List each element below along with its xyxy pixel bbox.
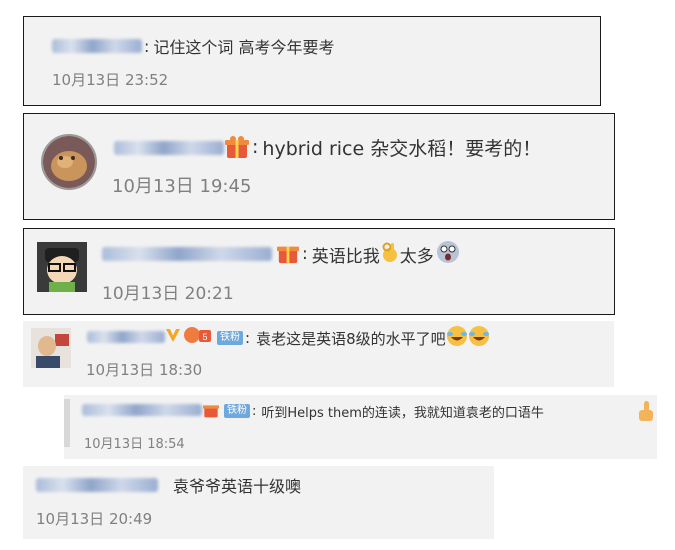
comment-card: : hybrid rice 杂交水稻！要考的！ 10月13日 19:45 [23, 113, 615, 220]
comment-line: : hybrid rice 杂交水稻！要考的！ [252, 132, 541, 162]
username-blurred[interactable] [82, 404, 202, 416]
comment-line: 铁粉 : 袁老这是英语8级的水平了吧 [215, 325, 490, 351]
username-blurred[interactable] [114, 141, 224, 155]
comment-text: 听到Helps them的连读，我就知道袁老的口语牛 [261, 405, 544, 421]
comment-card: : 英语比我 太多 10月13日 20:21 [23, 228, 615, 315]
gift-icon [276, 242, 300, 268]
comment-colon: : [252, 403, 257, 419]
comment-text: 袁爷爷英语十级噢 [173, 477, 302, 496]
laugh-cry-emoji-icon [468, 325, 490, 351]
username-blurred[interactable] [87, 331, 165, 343]
ok-hand-emoji-icon [380, 241, 400, 268]
avatar[interactable] [41, 134, 97, 190]
comment-card: : 记住这个词 高考今年要考 10月13日 23:52 [23, 16, 601, 106]
username-blurred[interactable] [52, 39, 142, 53]
vip-badge-icon: 5 [183, 326, 213, 348]
comment-time: 10月13日 20:49 [36, 510, 153, 528]
comment-text: 记住这个词 高考今年要考 [153, 38, 335, 57]
username-blurred[interactable] [36, 478, 158, 492]
username-blurred[interactable] [102, 247, 272, 261]
comment-text: hybrid rice 杂交水稻！要考的！ [262, 137, 542, 160]
comment-colon: : [302, 244, 308, 264]
thumbs-up-icon[interactable] [637, 399, 655, 427]
comment-time: 10月13日 23:52 [52, 71, 169, 89]
avatar[interactable] [37, 242, 87, 292]
comment-line: : 英语比我 太多 [302, 240, 460, 269]
comment-text: 太多 [399, 246, 434, 267]
svg-text:5: 5 [202, 332, 207, 342]
shocked-emoji-icon [436, 240, 460, 269]
comment-colon: : [144, 36, 150, 56]
gift-icon [202, 402, 220, 422]
avatar[interactable] [31, 328, 71, 368]
comment-colon: : [245, 329, 251, 347]
comment-time: 10月13日 19:45 [112, 176, 252, 197]
verified-v-icon [164, 326, 182, 348]
comment-line: : 记住这个词 高考今年要考 [144, 34, 334, 58]
fan-badge: 铁粉 [217, 331, 243, 345]
laugh-cry-emoji-icon [446, 325, 468, 351]
fan-badge: 铁粉 [224, 404, 250, 418]
comment-card: 5 铁粉 : 袁老这是英语8级的水平了吧 10月13日 18:30 [23, 321, 614, 387]
comment-time: 10月13日 18:54 [84, 437, 185, 452]
comment-colon: : [252, 136, 259, 158]
comment-text: 英语比我 [311, 246, 380, 267]
comment-time: 10月13日 18:30 [86, 361, 203, 379]
comment-line: 铁粉 : 听到Helps them的连读，我就知道袁老的口语牛 [222, 400, 544, 422]
gift-icon [224, 135, 250, 163]
avatar[interactable] [64, 399, 70, 447]
comment-time: 10月13日 20:21 [102, 284, 234, 304]
reply-card: 铁粉 : 听到Helps them的连读，我就知道袁老的口语牛 10月13日 1… [64, 395, 657, 459]
comment-card: 袁爷爷英语十级噢 10月13日 20:49 [23, 466, 494, 539]
comment-line: 袁爷爷英语十级噢 [173, 473, 301, 497]
comment-text: 袁老这是英语8级的水平了吧 [256, 329, 446, 348]
